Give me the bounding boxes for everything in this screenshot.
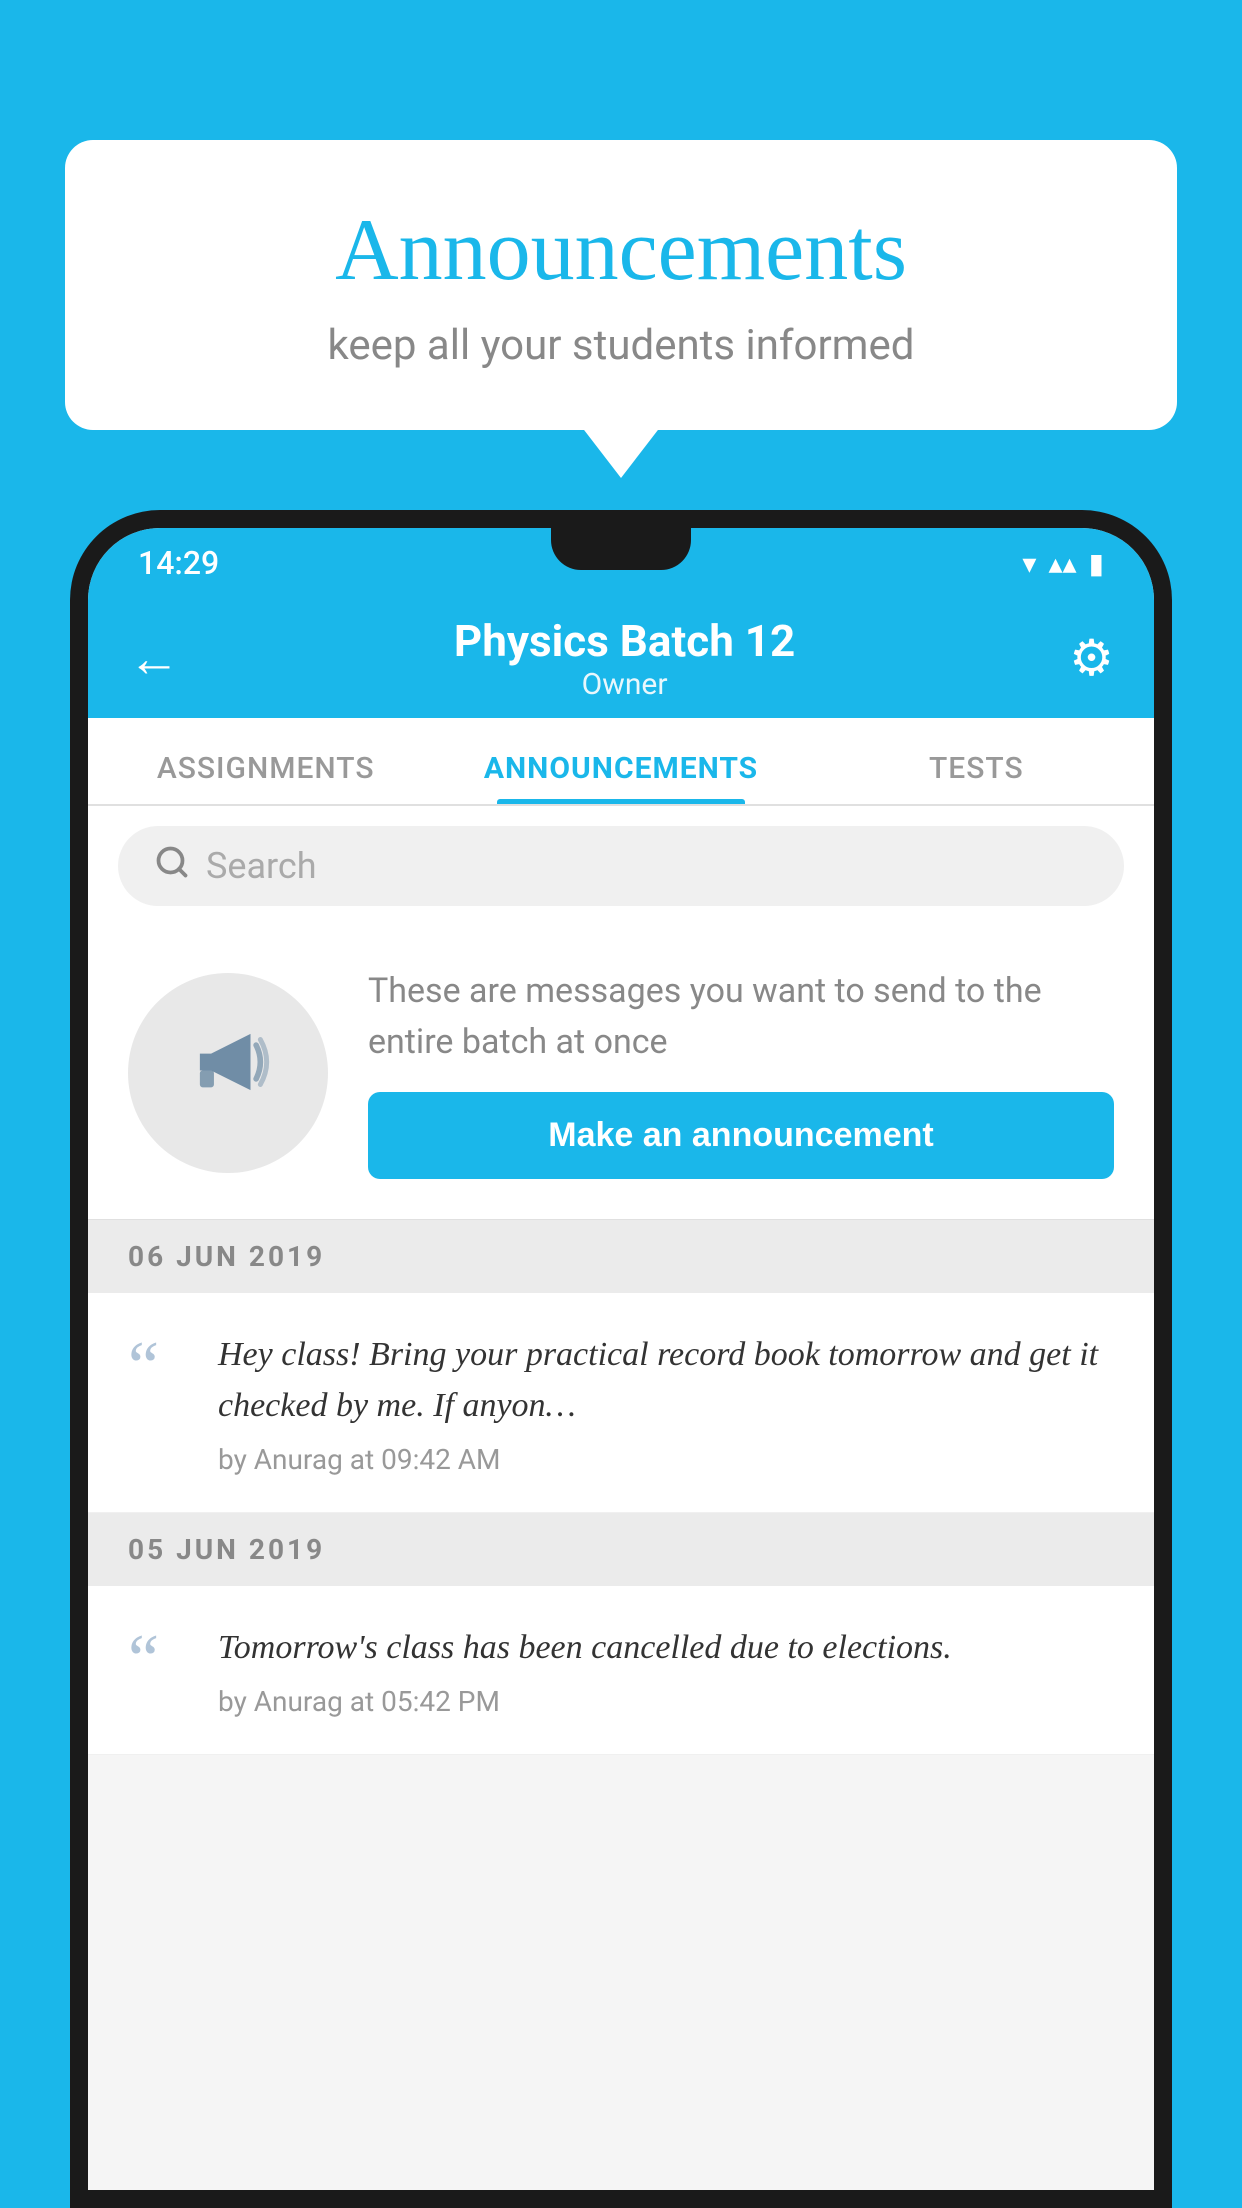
quote-icon-2: “ [128, 1632, 188, 1688]
speech-bubble: Announcements keep all your students inf… [65, 140, 1177, 430]
search-placeholder: Search [206, 845, 317, 887]
search-icon [154, 843, 190, 890]
search-container: Search [88, 806, 1154, 926]
announcement-meta-2: by Anurag at 05:42 PM [218, 1685, 1114, 1718]
announcement-content-1: Hey class! Bring your practical record b… [218, 1329, 1114, 1476]
announcement-area: These are messages you want to send to t… [88, 926, 1154, 1220]
announcement-message-2: Tomorrow's class has been cancelled due … [218, 1622, 1114, 1673]
phone-notch [551, 528, 691, 570]
megaphone-circle [128, 973, 328, 1173]
empty-state-description: These are messages you want to send to t… [368, 966, 1114, 1068]
megaphone-icon [183, 1017, 273, 1129]
settings-icon[interactable]: ⚙ [1069, 629, 1114, 688]
search-bar[interactable]: Search [118, 826, 1124, 906]
status-bar: 14:29 ▾ ▴▴ ▮ [88, 528, 1154, 598]
status-icons: ▾ ▴▴ ▮ [1022, 547, 1104, 580]
battery-icon: ▮ [1089, 547, 1104, 580]
phone-frame: 14:29 ▾ ▴▴ ▮ ← Physics Batch 12 Owner ⚙ … [70, 510, 1172, 2208]
tab-announcements[interactable]: ANNOUNCEMENTS [443, 751, 798, 804]
header-center: Physics Batch 12 Owner [454, 615, 795, 702]
speech-bubble-subtitle: keep all your students informed [145, 321, 1097, 370]
speech-bubble-title: Announcements [145, 200, 1097, 301]
phone-inner: 14:29 ▾ ▴▴ ▮ ← Physics Batch 12 Owner ⚙ … [88, 528, 1154, 2190]
make-announcement-button[interactable]: Make an announcement [368, 1092, 1114, 1179]
announcement-message-1: Hey class! Bring your practical record b… [218, 1329, 1114, 1431]
tabs: ASSIGNMENTS ANNOUNCEMENTS TESTS [88, 718, 1154, 806]
tab-assignments[interactable]: ASSIGNMENTS [88, 751, 443, 804]
announcement-content-2: Tomorrow's class has been cancelled due … [218, 1622, 1114, 1718]
signal-icon: ▴▴ [1048, 547, 1076, 580]
quote-icon-1: “ [128, 1339, 188, 1395]
tab-tests[interactable]: TESTS [799, 751, 1154, 804]
date-separator-2: 05 JUN 2019 [88, 1513, 1154, 1586]
app-header: ← Physics Batch 12 Owner ⚙ [88, 598, 1154, 718]
status-time: 14:29 [138, 544, 219, 582]
announcement-meta-1: by Anurag at 09:42 AM [218, 1443, 1114, 1476]
header-title: Physics Batch 12 [454, 615, 795, 667]
date-separator-1: 06 JUN 2019 [88, 1220, 1154, 1293]
speech-bubble-container: Announcements keep all your students inf… [65, 140, 1177, 430]
back-button[interactable]: ← [128, 628, 180, 689]
announcement-item-1[interactable]: “ Hey class! Bring your practical record… [88, 1293, 1154, 1513]
announcement-right: These are messages you want to send to t… [368, 966, 1114, 1179]
wifi-icon: ▾ [1022, 547, 1036, 580]
announcement-item-2[interactable]: “ Tomorrow's class has been cancelled du… [88, 1586, 1154, 1755]
header-subtitle: Owner [454, 667, 795, 702]
